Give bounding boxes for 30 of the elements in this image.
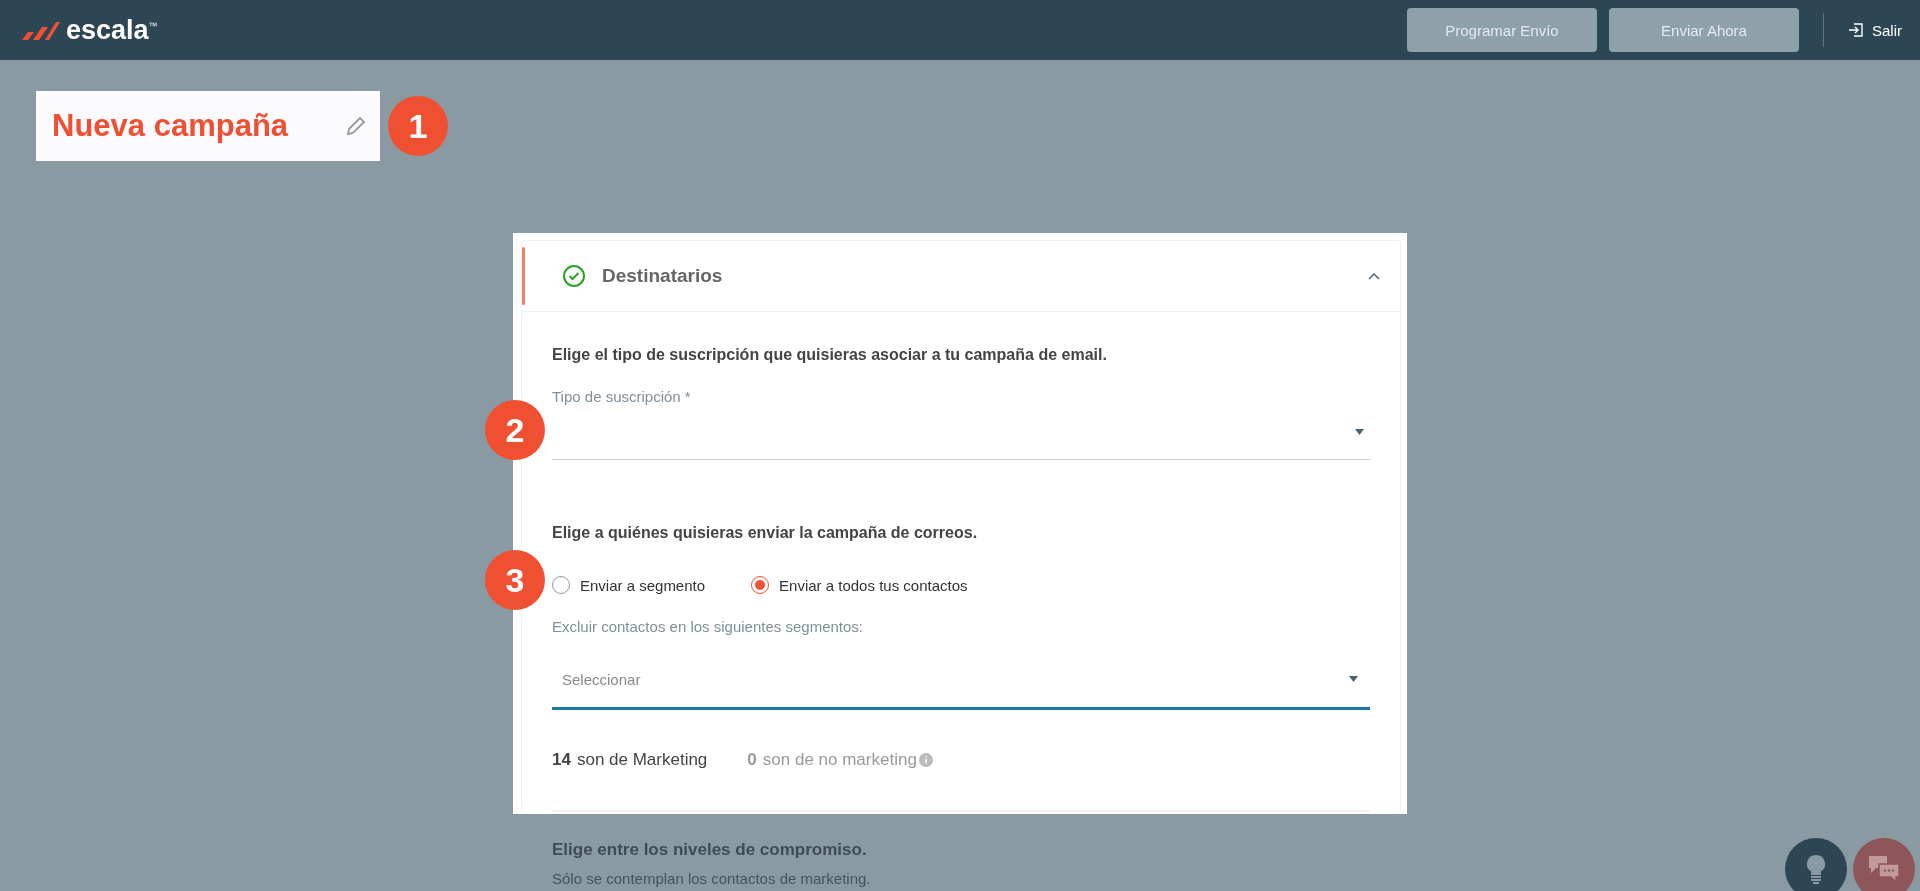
field-label: Tipo de suscripción *	[552, 388, 692, 405]
radio-option[interactable]: Enviar a todos tus contactos	[751, 576, 968, 594]
section-title: Destinatarios	[602, 265, 724, 287]
info-icon[interactable]	[918, 753, 933, 767]
pencil-icon[interactable]	[344, 114, 368, 138]
tips-button[interactable]	[1785, 838, 1847, 891]
chevron-icon	[1368, 272, 1380, 280]
step-badge: 1	[388, 96, 448, 156]
logo-text: escala$^{™}$	[66, 14, 158, 46]
accordion-header[interactable]: Destinatarios	[522, 241, 1400, 312]
lightbulb-icon	[1806, 854, 1826, 884]
engagement-heading: Elige entre los niveles de compromiso.	[552, 840, 868, 860]
check-icon	[562, 264, 586, 288]
step-badge: 2	[485, 400, 545, 460]
caret-icon	[1349, 676, 1358, 682]
exit-icon	[1848, 22, 1864, 38]
chat-icon	[1868, 855, 1900, 883]
field-label: Excluir contactos en los siguientes segmentos:	[552, 618, 864, 635]
marketing-count: 14 son de Marketing	[552, 750, 708, 770]
subscription-heading: Elige el tipo de suscripción que quisieras asociar a tu campaña de email.	[552, 346, 1108, 364]
chat-button[interactable]	[1853, 838, 1915, 891]
audience-heading: Elige a quiénes quisieras enviar la campaña de correos.	[552, 524, 979, 542]
exit-link[interactable]: Salir	[1848, 21, 1902, 39]
caret-icon	[1355, 429, 1364, 435]
engagement-note: Sólo se contemplan los contactos de marketing.	[552, 870, 872, 887]
radio-option[interactable]: Enviar a segmento	[552, 576, 706, 594]
non-marketing-count: 0 son de no marketing	[747, 750, 917, 770]
campaign-title-field[interactable]: Nueva campaña	[36, 91, 380, 161]
segment-select[interactable]: Seleccionar	[552, 651, 1370, 710]
step-badge: 3	[485, 550, 545, 610]
